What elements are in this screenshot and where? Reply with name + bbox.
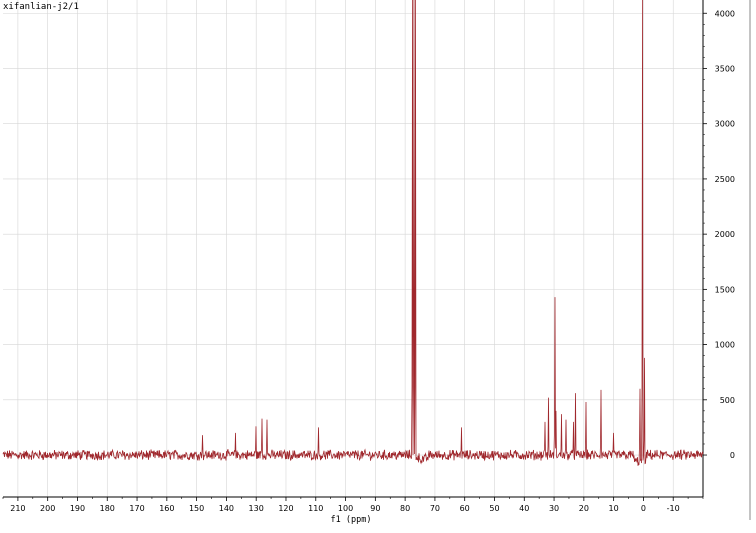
x-tick-label: 140 [219, 504, 234, 513]
x-axis-title: f1 (ppm) [331, 515, 372, 525]
x-tick-label: 30 [549, 504, 559, 513]
x-tick-label: 10 [609, 504, 619, 513]
y-tick-label: 0 [730, 451, 735, 460]
x-tick-label: 130 [249, 504, 264, 513]
y-tick-label: 3500 [715, 64, 735, 73]
y-tick-label: 4000 [715, 9, 735, 18]
x-tick-label: 50 [489, 504, 499, 513]
x-tick-label: 190 [70, 504, 85, 513]
x-tick-label: 80 [400, 504, 410, 513]
x-tick-label: 110 [308, 504, 323, 513]
y-tick-label: 2000 [715, 230, 735, 239]
x-tick-label: -10 [667, 504, 680, 513]
x-tick-label: 100 [338, 504, 353, 513]
nmr-spectrum-chart: 210 200 190 180 170 160 150 140 130 120 110 100 90 80… [0, 0, 756, 533]
x-tick-label: 160 [159, 504, 174, 513]
x-tick-label: 170 [129, 504, 144, 513]
y-tick-label: 500 [720, 396, 735, 405]
chart-title: xifanlian-j2/1 [3, 2, 79, 12]
x-tick-label: 90 [370, 504, 380, 513]
x-tick-label: 180 [100, 504, 115, 513]
x-tick-label: 150 [189, 504, 204, 513]
x-tick-label: 40 [519, 504, 529, 513]
x-tick-label: 120 [278, 504, 293, 513]
x-tick-label: 20 [579, 504, 589, 513]
x-tick-label: 210 [10, 504, 25, 513]
x-tick-label: 70 [430, 504, 440, 513]
y-tick-label: 3000 [715, 120, 735, 129]
y-tick-label: 1500 [715, 285, 735, 294]
x-tick-label: 60 [460, 504, 470, 513]
x-tick-label: 200 [40, 504, 55, 513]
x-tick-label: 0 [641, 504, 646, 513]
y-tick-label: 2500 [715, 175, 735, 184]
y-tick-label: 1000 [715, 341, 735, 350]
